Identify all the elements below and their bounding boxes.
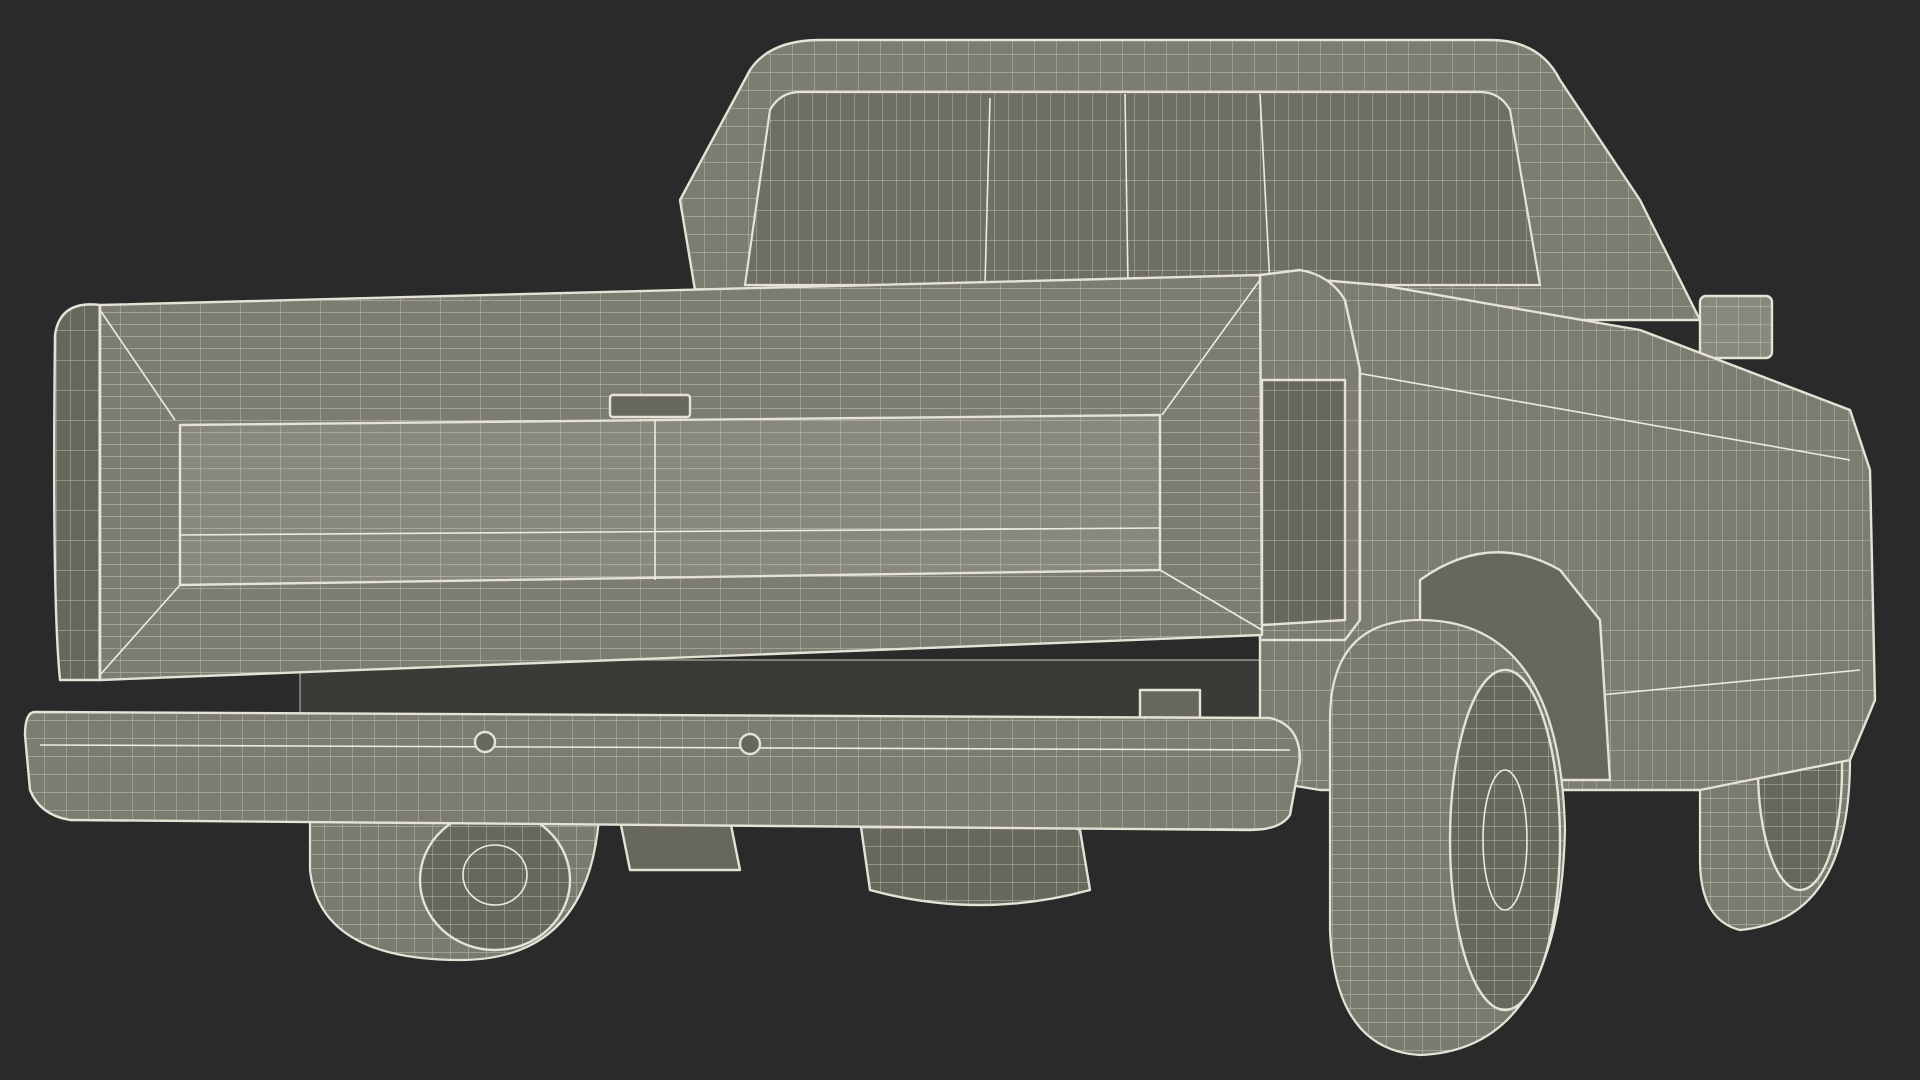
rear-bumper bbox=[23, 710, 1302, 832]
render-viewport bbox=[0, 0, 1920, 1080]
bumper-bolt-left bbox=[473, 730, 497, 754]
bumper-bolt-right bbox=[738, 732, 762, 756]
tailgate-handle bbox=[608, 393, 692, 419]
tailgate bbox=[98, 273, 1264, 682]
rear-right-wheel bbox=[1328, 618, 1567, 1057]
truck-wireframe-render bbox=[23, 38, 1877, 1057]
